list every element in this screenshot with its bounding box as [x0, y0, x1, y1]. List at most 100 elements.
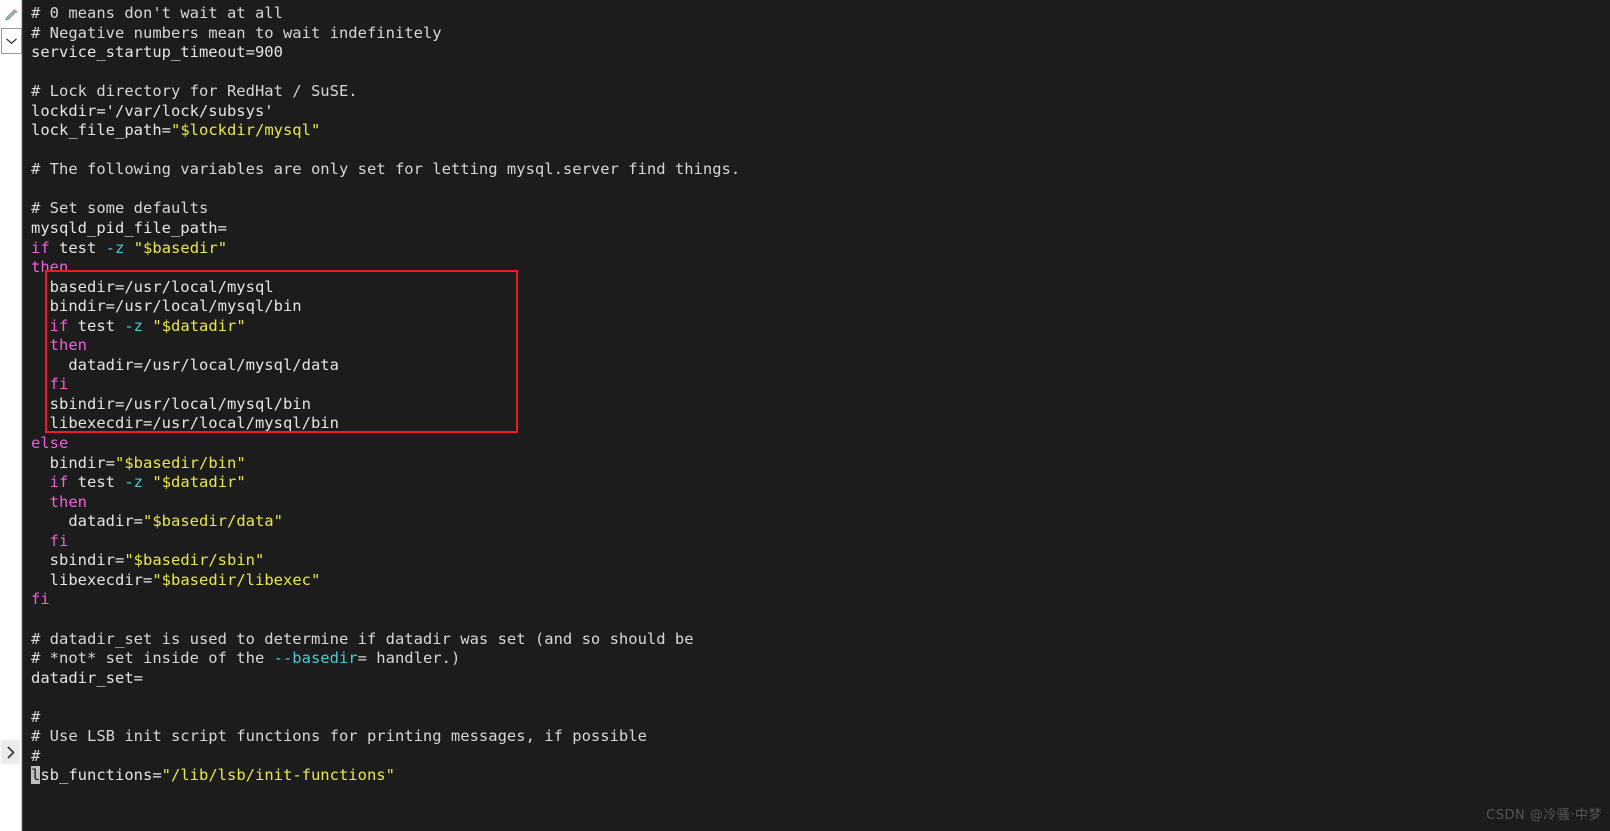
code-token: #: [31, 746, 41, 765]
code-token: # datadir_set is used to determine if da…: [31, 629, 694, 648]
code-token: -z: [124, 473, 144, 492]
code-token: /data": [226, 512, 283, 531]
code-token: # 0 means don't wait at all: [31, 4, 283, 22]
code-line[interactable]: [31, 141, 1610, 161]
code-token: $basedir: [161, 570, 237, 589]
code-token: test: [49, 238, 106, 257]
code-line[interactable]: then: [31, 493, 1610, 513]
code-token: /sbin": [208, 551, 265, 570]
code-token: basedir=/usr/local/mysql: [31, 277, 274, 296]
code-line[interactable]: #: [31, 708, 1610, 728]
code-line[interactable]: # datadir_set is used to determine if da…: [31, 630, 1610, 650]
code-token: $datadir: [161, 316, 237, 335]
code-token: fi: [31, 590, 50, 609]
code-line[interactable]: service_startup_timeout=900: [31, 43, 1610, 63]
code-token: ": [170, 121, 181, 140]
code-line[interactable]: [31, 688, 1610, 708]
code-token: if: [49, 473, 69, 492]
code-token: $lockdir: [180, 121, 255, 140]
code-token: test: [68, 316, 125, 335]
code-content[interactable]: # 0 means don't wait at all # Negative nu…: [31, 4, 1610, 786]
code-token: ": [152, 473, 162, 492]
code-token: if: [31, 238, 50, 257]
code-token: # Set some defaults: [31, 199, 209, 218]
code-line[interactable]: # Negative numbers mean to wait indefini…: [31, 24, 1610, 44]
code-token: test: [68, 473, 125, 492]
code-token: else: [31, 434, 69, 453]
code-token: ": [133, 238, 144, 257]
code-line[interactable]: # 0 means don't wait at all: [31, 4, 1610, 24]
code-line[interactable]: [31, 180, 1610, 200]
code-line[interactable]: lsb_functions="/lib/lsb/init-functions": [31, 766, 1610, 786]
code-line[interactable]: # Lock directory for RedHat / SuSE.: [31, 82, 1610, 102]
code-token: --basedir: [273, 649, 358, 668]
code-line[interactable]: datadir_set=: [31, 669, 1610, 689]
code-line[interactable]: libexecdir="$basedir/libexec": [31, 571, 1610, 591]
text-cursor: l: [31, 766, 41, 785]
code-token: sbindir=/usr/local/mysql/bin: [31, 394, 311, 413]
pencil-icon[interactable]: [1, 4, 20, 26]
editor-window: # 0 means don't wait at all # Negative nu…: [0, 0, 1610, 831]
chevron-right-icon[interactable]: [1, 740, 20, 764]
code-line[interactable]: sbindir=/usr/local/mysql/bin: [31, 395, 1610, 415]
code-token: $basedir: [133, 551, 209, 570]
chevron-down-icon[interactable]: [1, 28, 22, 54]
code-token: then: [49, 336, 87, 355]
code-line[interactable]: # Set some defaults: [31, 199, 1610, 219]
code-editor-pane[interactable]: # 0 means don't wait at all # Negative nu…: [22, 0, 1610, 831]
code-line[interactable]: then: [31, 336, 1610, 356]
code-token: mysqld_pid_file_path=: [31, 219, 227, 238]
code-token: "/lib/lsb/init-functions": [161, 766, 395, 785]
code-line[interactable]: # The following variables are only set f…: [31, 160, 1610, 180]
code-line[interactable]: fi: [31, 532, 1610, 552]
code-line[interactable]: # *not* set inside of the --basedir= han…: [31, 649, 1610, 669]
code-token: ": [217, 238, 228, 257]
code-line[interactable]: basedir=/usr/local/mysql: [31, 278, 1610, 298]
code-line[interactable]: bindir="$basedir/bin": [31, 454, 1610, 474]
code-token: # Use LSB init script functions for prin…: [31, 727, 647, 746]
code-line[interactable]: datadir=/usr/local/mysql/data: [31, 356, 1610, 376]
code-token: # Negative numbers mean to wait indefini…: [31, 23, 442, 42]
code-token: $basedir: [124, 453, 199, 472]
code-token: datadir_set=: [31, 668, 143, 687]
code-line[interactable]: bindir=/usr/local/mysql/bin: [31, 297, 1610, 317]
code-token: datadir=/usr/local/mysql/data: [31, 355, 339, 374]
code-line[interactable]: fi: [31, 590, 1610, 610]
code-line[interactable]: if test -z "$basedir": [31, 239, 1610, 259]
code-line[interactable]: else: [31, 434, 1610, 454]
code-line[interactable]: [31, 63, 1610, 83]
code-line[interactable]: lockdir='/var/lock/subsys': [31, 102, 1610, 122]
code-token: service_startup_timeout=900: [31, 43, 283, 62]
code-line[interactable]: datadir="$basedir/data": [31, 512, 1610, 532]
code-line[interactable]: lock_file_path="$lockdir/mysql": [31, 121, 1610, 141]
code-line[interactable]: then: [31, 258, 1610, 278]
code-line[interactable]: # Use LSB init script functions for prin…: [31, 727, 1610, 747]
code-token: datadir=: [31, 512, 143, 531]
code-token: $basedir: [143, 238, 218, 257]
code-line[interactable]: if test -z "$datadir": [31, 473, 1610, 493]
code-token: libexecdir=: [31, 570, 153, 589]
code-line[interactable]: [31, 610, 1610, 630]
code-token: bindir=/usr/local/mysql/bin: [31, 297, 302, 316]
code-line[interactable]: mysqld_pid_file_path=: [31, 219, 1610, 239]
code-token: $basedir: [152, 512, 227, 531]
code-token: lockdir='/var/lock/subsys': [31, 101, 274, 120]
code-line[interactable]: if test -z "$datadir": [31, 317, 1610, 337]
code-token: #: [31, 707, 41, 726]
code-token: fi: [49, 375, 69, 394]
code-token: ": [115, 453, 125, 472]
code-token: -z: [124, 316, 144, 335]
code-line[interactable]: sbindir="$basedir/sbin": [31, 551, 1610, 571]
code-line[interactable]: fi: [31, 375, 1610, 395]
code-line[interactable]: libexecdir=/usr/local/mysql/bin: [31, 414, 1610, 434]
code-token: ": [152, 316, 162, 335]
code-token: fi: [49, 531, 69, 550]
code-token: /mysql": [254, 121, 321, 140]
code-token: ": [236, 473, 246, 492]
code-token: ": [142, 512, 153, 531]
code-line[interactable]: #: [31, 747, 1610, 767]
